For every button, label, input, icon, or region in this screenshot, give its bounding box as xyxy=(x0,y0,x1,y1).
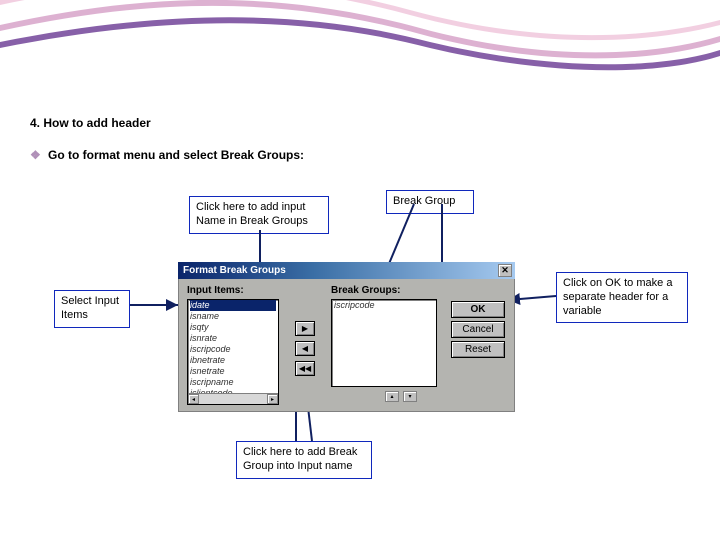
scroll-left-icon[interactable]: ◂ xyxy=(188,394,199,404)
move-down-button[interactable]: ▾ xyxy=(403,391,417,402)
move-right-button[interactable]: ▶ xyxy=(295,321,315,336)
decorative-swoosh xyxy=(0,0,720,80)
diamond-bullet-icon: ❖ xyxy=(30,148,40,162)
callout-click-ok: Click on OK to make a separate header fo… xyxy=(556,272,688,323)
list-item[interactable]: isname xyxy=(190,311,276,322)
ok-button[interactable]: OK xyxy=(451,301,505,318)
section-heading: 4. How to add header xyxy=(30,116,151,130)
callout-select-input: Select Input Items xyxy=(54,290,130,328)
horizontal-scrollbar[interactable]: ◂ ▸ xyxy=(188,393,278,404)
list-item[interactable]: iscripname xyxy=(190,377,276,388)
move-up-button[interactable]: ▴ xyxy=(385,391,399,402)
move-left-button[interactable]: ◀ xyxy=(295,341,315,356)
format-break-groups-dialog: Format Break Groups ✕ Input Items: Break… xyxy=(178,262,515,412)
label-break-groups: Break Groups: xyxy=(331,285,400,296)
input-items-listbox[interactable]: idate isname isqty isnrate iscripcode ib… xyxy=(187,299,279,405)
move-all-left-button[interactable]: ◀◀ xyxy=(295,361,315,376)
reset-button[interactable]: Reset xyxy=(451,341,505,358)
dialog-title: Format Break Groups xyxy=(183,265,286,276)
close-icon[interactable]: ✕ xyxy=(498,264,512,277)
break-groups-listbox[interactable]: iscripcode xyxy=(331,299,437,387)
instruction-text: Go to format menu and select Break Group… xyxy=(48,148,304,162)
list-item[interactable]: isnrate xyxy=(190,333,276,344)
label-input-items: Input Items: xyxy=(187,285,244,296)
scroll-right-icon[interactable]: ▸ xyxy=(267,394,278,404)
list-item[interactable]: ibnetrate xyxy=(190,355,276,366)
list-item[interactable]: isnetrate xyxy=(190,366,276,377)
callout-add-input: Click here to add input Name in Break Gr… xyxy=(189,196,329,234)
instruction-line: ❖ Go to format menu and select Break Grou… xyxy=(30,148,304,162)
callout-break-group: Break Group xyxy=(386,190,474,214)
cancel-button[interactable]: Cancel xyxy=(451,321,505,338)
list-item[interactable]: idate xyxy=(190,300,276,311)
list-item[interactable]: iscripcode xyxy=(334,300,434,311)
callout-add-break: Click here to add Break Group into Input… xyxy=(236,441,372,479)
dialog-titlebar: Format Break Groups ✕ xyxy=(178,262,515,279)
list-item[interactable]: iscripcode xyxy=(190,344,276,355)
list-item[interactable]: isqty xyxy=(190,322,276,333)
